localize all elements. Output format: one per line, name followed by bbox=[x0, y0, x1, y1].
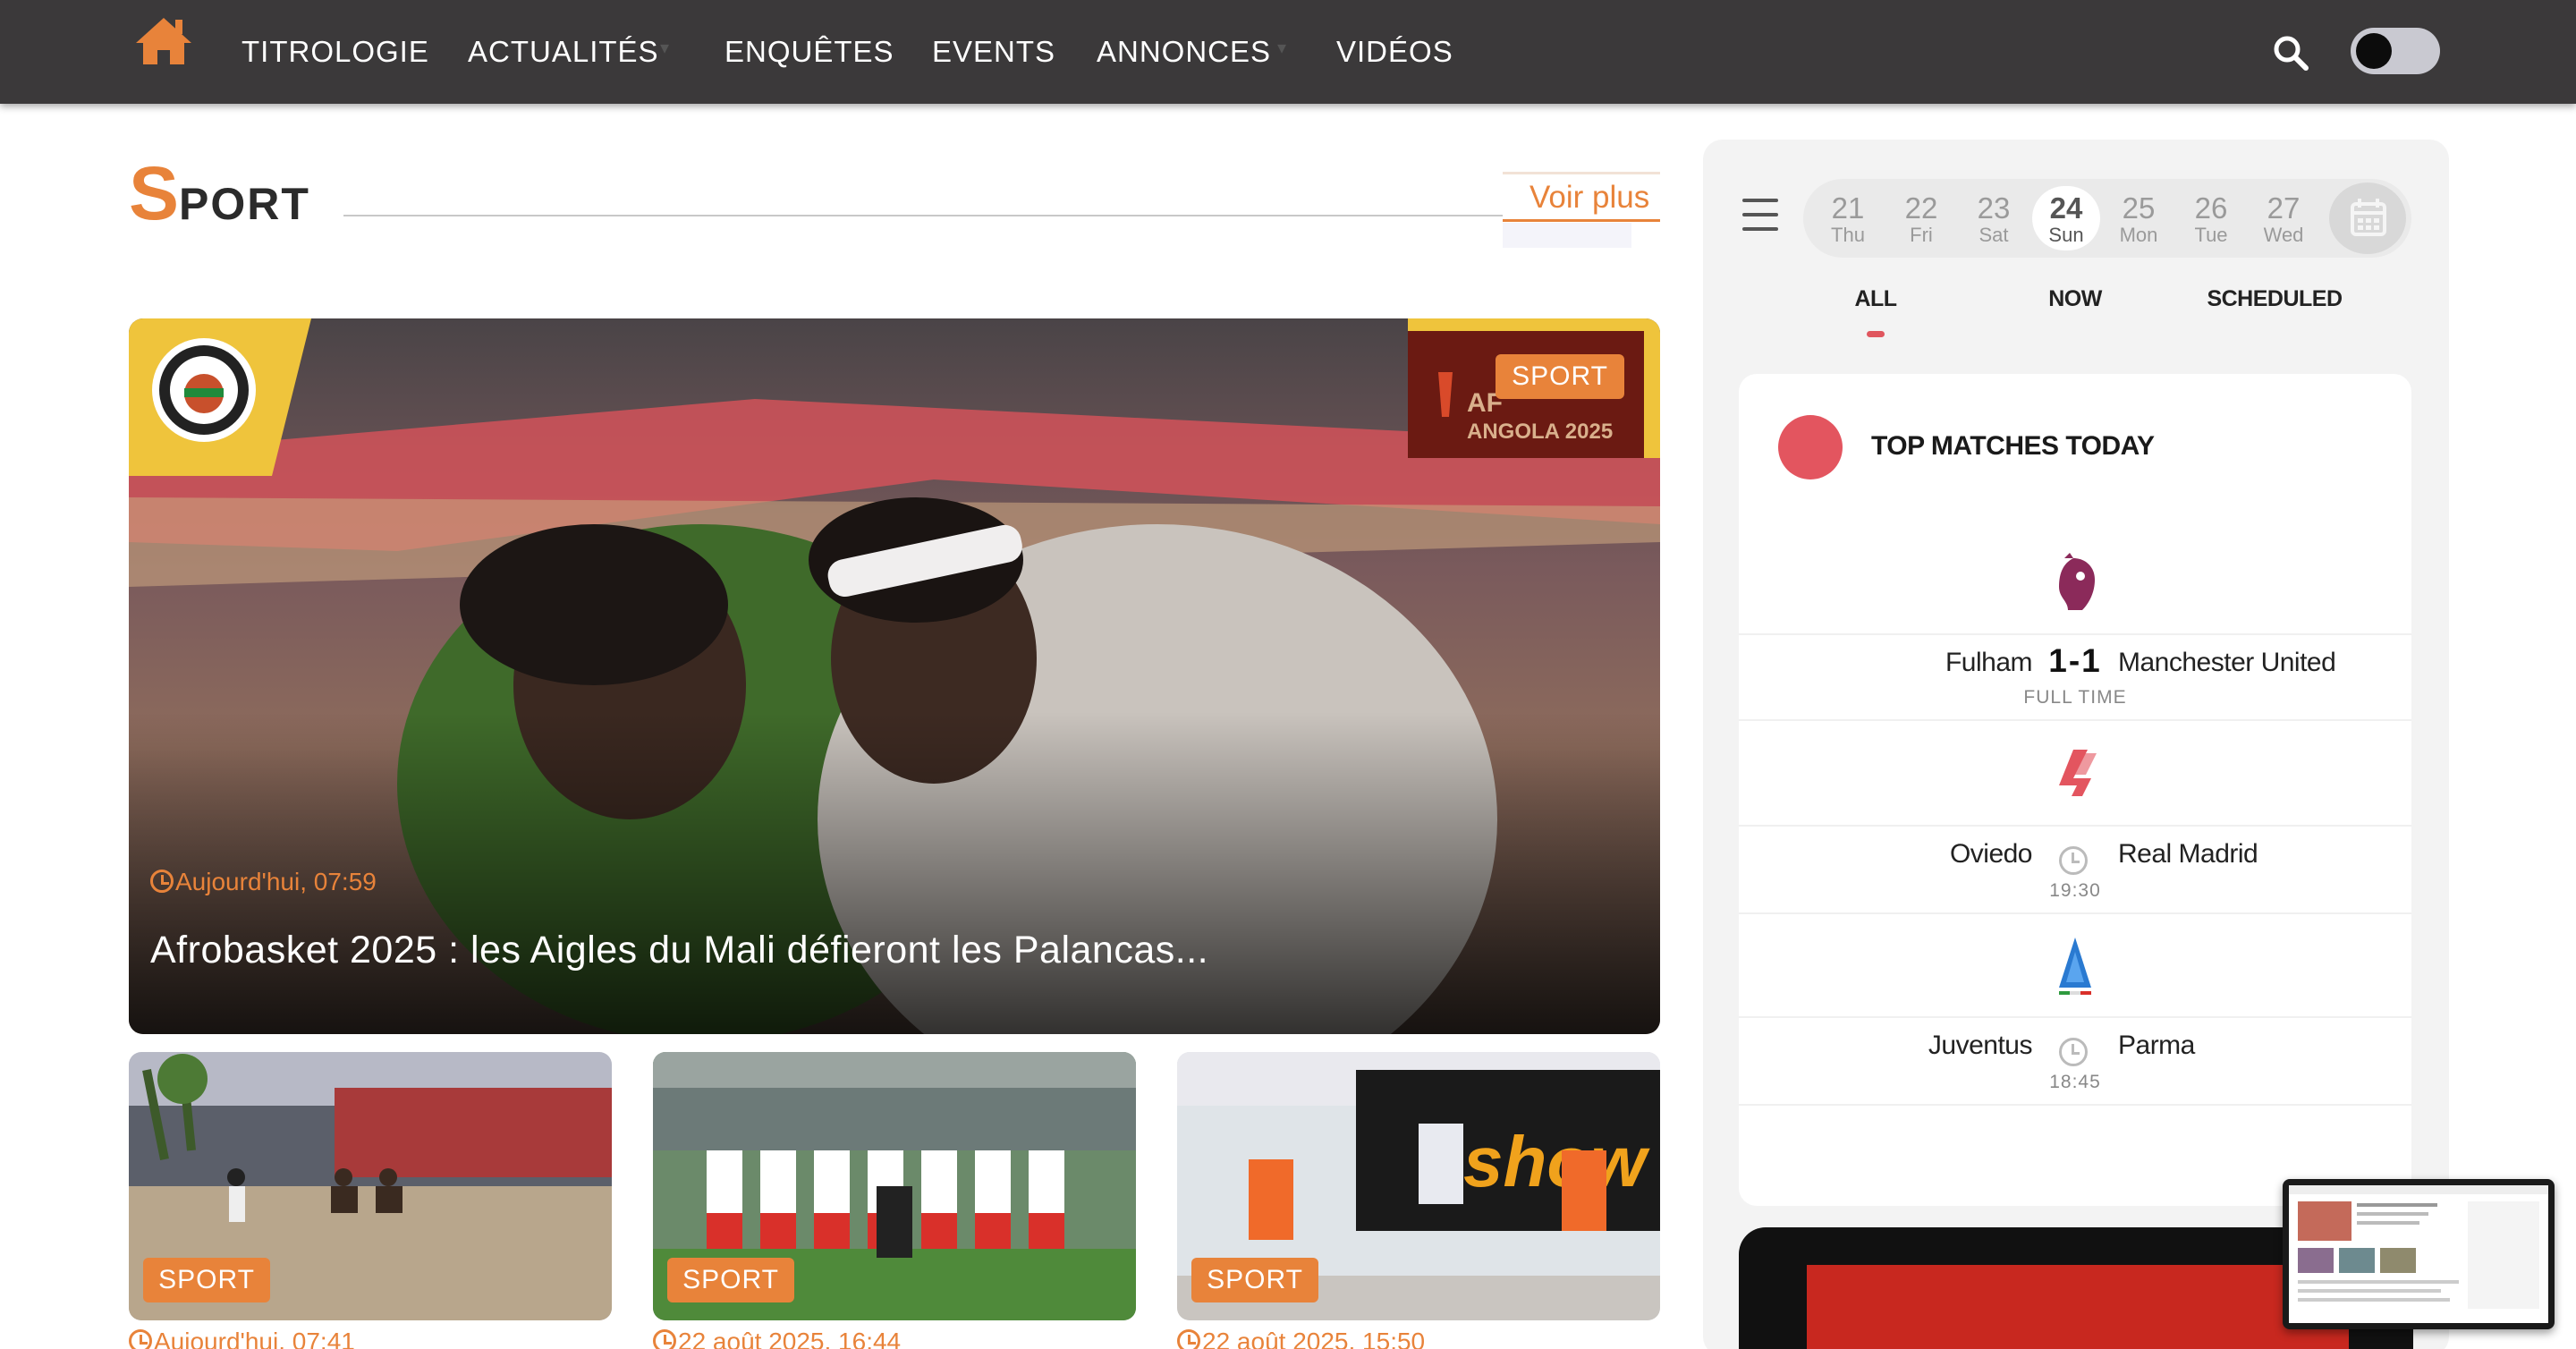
day-item[interactable]: 22 Fri bbox=[1887, 186, 1955, 250]
video-thumbnail-art bbox=[1807, 1265, 2349, 1349]
match-separator bbox=[1739, 825, 2411, 827]
nav-item-actualites[interactable]: ACTUALITÉS bbox=[468, 32, 659, 72]
home-team: Fulham bbox=[1945, 648, 2033, 677]
clock-icon bbox=[653, 1329, 676, 1349]
section-title: SPORT bbox=[129, 156, 310, 231]
match-kickoff: 18:45 bbox=[2049, 1072, 2101, 1092]
nav-item-enquetes[interactable]: ENQUÊTES bbox=[724, 32, 894, 72]
category-badge[interactable]: SPORT bbox=[1191, 1258, 1318, 1302]
match-separator bbox=[1739, 633, 2411, 635]
day-item[interactable]: 21 Thu bbox=[1814, 186, 1882, 250]
svg-text:show: show bbox=[1463, 1122, 1650, 1201]
category-badge[interactable]: SPORT bbox=[667, 1258, 794, 1302]
svg-text:ANGOLA 2025: ANGOLA 2025 bbox=[1467, 420, 1613, 444]
match-row[interactable]: Fulham 1-1 Manchester United bbox=[1739, 642, 2411, 687]
card-date-text: Aujourd'hui, 07:41 bbox=[154, 1328, 355, 1349]
search-icon[interactable] bbox=[2272, 34, 2309, 72]
date-bar: 21 Thu 22 Fri 23 Sat 24 Sun 25 Mon 26 Tue 27 We… bbox=[1739, 175, 2411, 261]
home-team: Oviedo bbox=[1949, 839, 2033, 869]
hero-article[interactable]: AF ANGOLA 2025 SPORT Aujourd'hui, 07:59 … bbox=[129, 318, 1660, 1034]
preview-screen bbox=[2289, 1185, 2548, 1323]
top-matches-title: TOP MATCHES TODAY bbox=[1871, 431, 2155, 461]
nav-item-events[interactable]: EVENTS bbox=[932, 32, 1055, 72]
basket-senegal-logo bbox=[129, 318, 311, 476]
clock-icon bbox=[2059, 846, 2088, 875]
voir-plus-button[interactable]: Voir plus bbox=[1503, 172, 1660, 248]
card-date-text: 22 août 2025, 16:44 bbox=[678, 1328, 902, 1349]
chevron-down-icon[interactable]: ▾ bbox=[1277, 39, 1290, 57]
day-item[interactable]: 25 Mon bbox=[2105, 186, 2173, 250]
voir-plus-shade bbox=[1503, 223, 1631, 248]
day-item[interactable]: 26 Tue bbox=[2177, 186, 2245, 250]
clock-icon bbox=[129, 1329, 152, 1349]
home-team: Juventus bbox=[1928, 1031, 2033, 1060]
day-selector: 21 Thu 22 Fri 23 Sat 24 Sun 25 Mon 26 Tue 27 We… bbox=[1803, 179, 2411, 258]
scores-widget: 21 Thu 22 Fri 23 Sat 24 Sun 25 Mon 26 Tue 27 We… bbox=[1703, 140, 2449, 1349]
menu-icon[interactable] bbox=[1742, 199, 1778, 234]
match-kickoff: 19:30 bbox=[2049, 880, 2101, 901]
voir-plus-underline bbox=[1503, 219, 1660, 222]
card-date: Aujourd'hui, 07:41 bbox=[129, 1328, 355, 1349]
match-status: FULL TIME bbox=[2023, 687, 2127, 708]
section-title-rest: PORT bbox=[179, 179, 310, 229]
voir-plus-label: Voir plus bbox=[1530, 180, 1650, 215]
calendar-icon bbox=[2351, 199, 2386, 236]
toggle-knob bbox=[2356, 33, 2392, 69]
category-badge[interactable]: SPORT bbox=[1496, 354, 1624, 399]
laliga-icon bbox=[2059, 750, 2097, 796]
match-score: 1-1 bbox=[2048, 642, 2102, 679]
premier-league-icon bbox=[2059, 553, 2095, 610]
article-card[interactable]: show SPORT bbox=[1177, 1052, 1660, 1320]
match-separator bbox=[1739, 1016, 2411, 1018]
clock-icon bbox=[1177, 1329, 1200, 1349]
dark-mode-toggle[interactable] bbox=[2351, 28, 2440, 74]
section-divider bbox=[343, 215, 1503, 216]
day-item-active[interactable]: 24 Sun bbox=[2032, 186, 2100, 250]
away-team: Parma bbox=[2118, 1031, 2195, 1060]
clock-icon bbox=[2059, 1038, 2088, 1066]
match-separator bbox=[1739, 912, 2411, 914]
match-tabs: ALL NOW SCHEDULED bbox=[1739, 286, 2411, 340]
match-row[interactable]: Oviedo Real Madrid bbox=[1739, 834, 2411, 878]
chevron-down-icon[interactable]: ▾ bbox=[660, 39, 673, 57]
card-date-text: 22 août 2025, 15:50 bbox=[1202, 1328, 1426, 1349]
day-item[interactable]: 27 Wed bbox=[2250, 186, 2318, 250]
nav-item-annonces[interactable]: ANNONCES bbox=[1097, 32, 1271, 72]
hero-date-text: Aujourd'hui, 07:59 bbox=[175, 868, 377, 895]
hero-title[interactable]: Afrobasket 2025 : les Aigles du Mali déf… bbox=[150, 929, 1208, 972]
nav-item-titrologie[interactable]: TITROLOGIE bbox=[242, 32, 429, 72]
article-card[interactable]: SPORT bbox=[653, 1052, 1136, 1320]
home-icon[interactable] bbox=[134, 14, 193, 66]
calendar-button[interactable] bbox=[2329, 182, 2406, 254]
category-badge[interactable]: SPORT bbox=[143, 1258, 270, 1302]
serie-a-icon bbox=[2059, 938, 2091, 995]
day-item[interactable]: 23 Sat bbox=[1960, 186, 2028, 250]
live-dot-icon bbox=[1778, 415, 1843, 479]
away-team: Manchester United bbox=[2118, 648, 2336, 677]
nav-item-videos[interactable]: VIDÉOS bbox=[1336, 32, 1453, 72]
match-separator bbox=[1739, 719, 2411, 721]
tab-scheduled[interactable]: SCHEDULED bbox=[2163, 286, 2386, 312]
section-title-initial: S bbox=[129, 151, 180, 235]
clock-icon bbox=[150, 870, 174, 893]
article-card[interactable]: SPORT bbox=[129, 1052, 612, 1320]
top-matches-card: TOP MATCHES TODAY Fulham 1-1 Manchester … bbox=[1739, 374, 2411, 1206]
site-preview-thumbnail[interactable] bbox=[2283, 1179, 2555, 1329]
match-row[interactable]: Juventus Parma bbox=[1739, 1025, 2411, 1070]
hero-date: Aujourd'hui, 07:59 bbox=[150, 868, 377, 896]
card-date: 22 août 2025, 16:44 bbox=[653, 1328, 901, 1349]
tab-all[interactable]: ALL bbox=[1764, 286, 1987, 312]
top-navbar: TITROLOGIE ACTUALITÉS ▾ ENQUÊTES EVENTS … bbox=[0, 0, 2576, 104]
card-date: 22 août 2025, 15:50 bbox=[1177, 1328, 1425, 1349]
match-separator bbox=[1739, 1104, 2411, 1106]
tab-now[interactable]: NOW bbox=[1963, 286, 2187, 312]
away-team: Real Madrid bbox=[2118, 839, 2258, 869]
active-tab-indicator bbox=[1867, 331, 1885, 337]
